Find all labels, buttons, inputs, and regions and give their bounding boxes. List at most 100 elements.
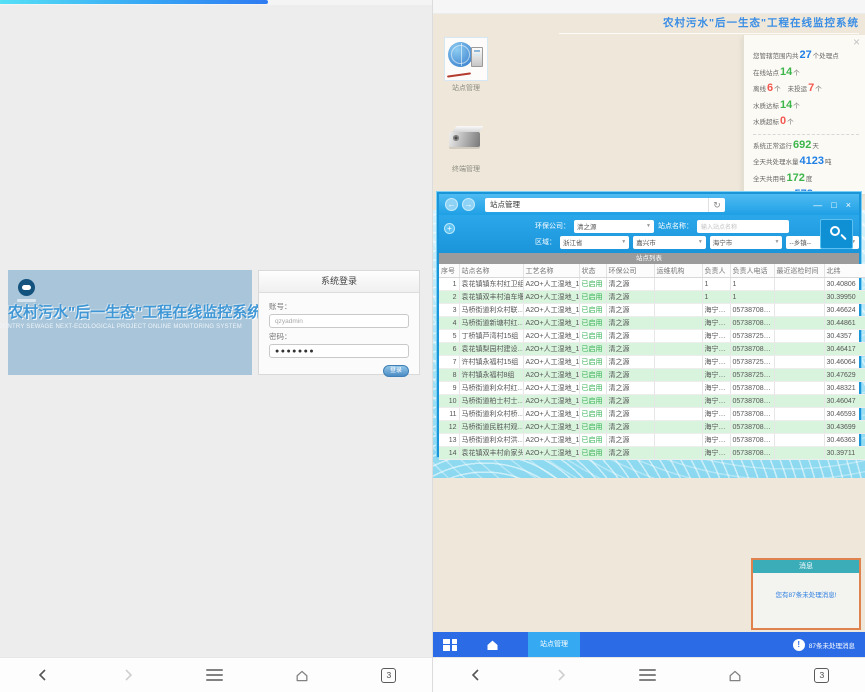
browser-menu-icon[interactable] bbox=[639, 669, 656, 681]
system-title: 农村污水"后一生态"工程在线监控系统 bbox=[8, 301, 252, 322]
browser-tabs-button[interactable]: 3 bbox=[814, 668, 829, 683]
stat-line: 您管辖范围内共27个处理点 bbox=[753, 48, 859, 65]
table-cell: 已启用 bbox=[579, 447, 606, 460]
terminal-management-icon bbox=[445, 119, 487, 161]
chevron-down-icon: ▼ bbox=[698, 239, 703, 245]
table-cell: 1 bbox=[439, 278, 459, 291]
table-cell bbox=[654, 434, 702, 447]
window-controls: — □ × bbox=[813, 200, 851, 210]
browser-home-icon[interactable] bbox=[727, 668, 743, 683]
county-select[interactable]: 海宁市 ▼ bbox=[710, 236, 783, 249]
window-forward-icon[interactable]: → bbox=[462, 198, 475, 211]
account-input[interactable]: qzyadmin bbox=[269, 314, 409, 328]
table-row[interactable]: 11马桥街道利众村桥…A2O+人工湿地_1已启用清之源海宁…05738708…3… bbox=[439, 408, 865, 421]
table-band-title: 站点列表 bbox=[439, 253, 859, 264]
table-cell: A2O+人工湿地_1 bbox=[523, 447, 579, 460]
dual-screenshot: 农村污水"后一生态"工程在线监控系统 COUNTRY SEWAGE NEXT-E… bbox=[0, 0, 865, 692]
company-select-value: 清之源 bbox=[577, 221, 597, 231]
table-cell: 11 bbox=[439, 408, 459, 421]
table-cell: 05738708… bbox=[730, 343, 774, 356]
close-icon[interactable]: × bbox=[853, 36, 860, 48]
table-cell: 马桥街道民胜村观… bbox=[459, 421, 523, 434]
add-icon[interactable]: + bbox=[444, 223, 455, 234]
table-cell: 清之源 bbox=[606, 343, 654, 356]
desktop-icon-terminal-management[interactable]: 终端管理 bbox=[445, 119, 487, 174]
table-cell: 海宁… bbox=[702, 382, 730, 395]
table-cell: 马桥街道柏士村士… bbox=[459, 395, 523, 408]
window-back-icon[interactable]: ← bbox=[445, 198, 458, 211]
table-cell bbox=[774, 356, 824, 369]
table-cell: 已启用 bbox=[579, 382, 606, 395]
home-icon[interactable] bbox=[485, 638, 500, 652]
refresh-icon[interactable]: ↻ bbox=[708, 198, 725, 212]
table-row[interactable]: 13马桥街道利众村洪…A2O+人工湿地_1已启用清之源海宁…05738708…3… bbox=[439, 434, 865, 447]
browser-forward-icon[interactable] bbox=[121, 668, 135, 682]
taskbar-active-task[interactable]: 站点管理 bbox=[528, 632, 580, 658]
province-select-value: 浙江省 bbox=[563, 237, 583, 247]
login-button[interactable]: 登录 bbox=[383, 365, 409, 377]
table-row[interactable]: 8许村镇永福村8组A2O+人工湿地_1已启用清之源海宁…05738725…30.… bbox=[439, 369, 865, 382]
minimize-icon[interactable]: — bbox=[813, 200, 822, 210]
close-icon[interactable]: × bbox=[846, 200, 851, 210]
table-cell: 海宁… bbox=[702, 330, 730, 343]
table-cell: A2O+人工湿地_1 bbox=[523, 291, 579, 304]
table-cell: A2O+人工湿地_1 bbox=[523, 343, 579, 356]
table-row[interactable]: 6袁花镇梨园村建设…A2O+人工湿地_1已启用清之源海宁…05738708…30… bbox=[439, 343, 865, 356]
password-value: ●●●●●●● bbox=[275, 348, 315, 355]
table-cell: 马桥街道利众村桥… bbox=[459, 408, 523, 421]
browser-navbar-left: 3 bbox=[0, 657, 432, 692]
table-cell: 12 bbox=[439, 421, 459, 434]
station-name-label: 站点名称： bbox=[658, 221, 693, 231]
password-input[interactable]: ●●●●●●● bbox=[269, 344, 409, 358]
table-row[interactable]: 1袁花镇镇东村红卫组A2O+人工湿地_1已启用清之源1130.40806 bbox=[439, 278, 865, 291]
start-menu-icon[interactable] bbox=[443, 639, 457, 652]
table-row[interactable]: 9马桥街道利众村红…A2O+人工湿地_1已启用清之源海宁…05738708…30… bbox=[439, 382, 865, 395]
table-cell: 30.47629 bbox=[824, 369, 865, 382]
taskbar-notice[interactable]: ! 87条未处理消息 bbox=[793, 639, 855, 651]
browser-tabs-button[interactable]: 3 bbox=[381, 668, 396, 683]
column-header: 最近巡检时间 bbox=[774, 264, 824, 278]
browser-home-icon[interactable] bbox=[294, 668, 310, 683]
table-cell bbox=[654, 408, 702, 421]
table-cell: 30.46593 bbox=[824, 408, 865, 421]
stat-line: 水质达标14个 bbox=[753, 98, 859, 115]
table-cell: 4 bbox=[439, 317, 459, 330]
table-row[interactable]: 2袁花镇双丰村油车堰A2O+人工湿地_1已启用清之源1130.39950 bbox=[439, 291, 865, 304]
table-cell: 已启用 bbox=[579, 330, 606, 343]
filter-bar: + 环保公司： 清之源 ▼ 站点名称： 输入站点名称 区域： 浙江省 ▼ bbox=[439, 215, 859, 253]
table-row[interactable]: 10马桥街道柏士村士…A2O+人工湿地_1已启用清之源海宁…05738708…3… bbox=[439, 395, 865, 408]
table-cell: 已启用 bbox=[579, 291, 606, 304]
table-row[interactable]: 12马桥街道民胜村观…A2O+人工湿地_1已启用清之源海宁…05738708…3… bbox=[439, 421, 865, 434]
browser-back-icon[interactable] bbox=[36, 668, 50, 682]
desktop-icon-station-management[interactable]: 站点管理 bbox=[445, 38, 487, 93]
table-cell: 13 bbox=[439, 434, 459, 447]
table-cell bbox=[774, 421, 824, 434]
table-row[interactable]: 14袁花镇双丰村俞家头A2O+人工湿地_1已启用清之源海宁…05738708…3… bbox=[439, 447, 865, 460]
maximize-icon[interactable]: □ bbox=[831, 200, 836, 210]
table-cell: 清之源 bbox=[606, 304, 654, 317]
table-row[interactable]: 3马桥街道利众村联…A2O+人工湿地_1已启用清之源海宁…05738708…30… bbox=[439, 304, 865, 317]
table-cell: 海宁… bbox=[702, 395, 730, 408]
column-header: 工艺名称 bbox=[523, 264, 579, 278]
province-select[interactable]: 浙江省 ▼ bbox=[560, 236, 629, 249]
table-row[interactable]: 5丁桥镇芦湾村15组A2O+人工湿地_1已启用清之源海宁…05738725…30… bbox=[439, 330, 865, 343]
table-cell: 05738708… bbox=[730, 395, 774, 408]
table-cell bbox=[654, 447, 702, 460]
desktop-icon-label: 终端管理 bbox=[452, 164, 480, 174]
table-cell bbox=[774, 447, 824, 460]
browser-menu-icon[interactable] bbox=[206, 669, 223, 681]
station-name-input[interactable]: 输入站点名称 bbox=[697, 220, 789, 233]
table-cell: 清之源 bbox=[606, 369, 654, 382]
desktop-system-title: 农村污水"后一生态"工程在线监控系统 bbox=[559, 15, 859, 34]
table-row[interactable]: 4马桥街道新塘村红…A2O+人工湿地_1已启用清之源海宁…05738708…30… bbox=[439, 317, 865, 330]
table-cell: 海宁… bbox=[702, 356, 730, 369]
column-header: 环保公司 bbox=[606, 264, 654, 278]
city-select[interactable]: 嘉兴市 ▼ bbox=[633, 236, 706, 249]
search-button[interactable] bbox=[820, 219, 853, 249]
browser-forward-icon[interactable] bbox=[554, 668, 568, 682]
table-row[interactable]: 7许村镇永福村15组A2O+人工湿地_1已启用清之源海宁…05738725…30… bbox=[439, 356, 865, 369]
browser-back-icon[interactable] bbox=[469, 668, 483, 682]
message-box-body: 您有87条未处理消息! bbox=[753, 589, 859, 599]
company-select[interactable]: 清之源 ▼ bbox=[574, 220, 654, 233]
company-label: 环保公司： bbox=[535, 221, 570, 231]
